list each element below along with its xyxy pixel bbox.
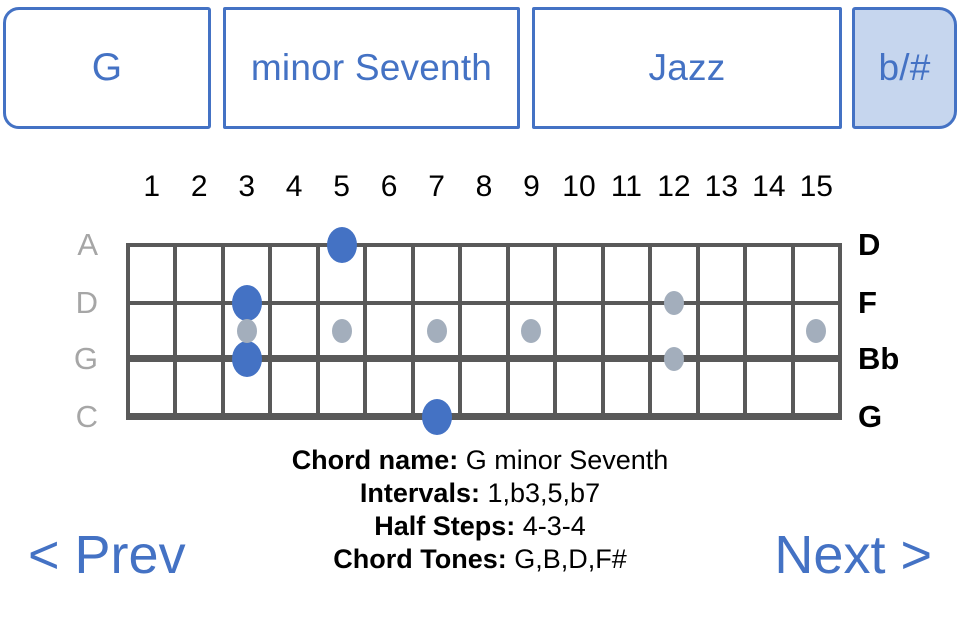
chord-tones-value: G,B,D,F# [514,544,627,574]
fret-number-15: 15 [799,170,833,203]
inlay-dot-5 [663,346,684,371]
chord-dot-1[interactable] [231,285,262,321]
fretboard-area: A D G C D F Bb G [0,225,960,437]
intervals-label: Intervals: [359,478,480,508]
string-line-0 [126,243,842,247]
fretted-note-label-0: D [858,227,881,262]
intervals-value: 1,b3,5,b7 [487,478,601,508]
chord-name-value: G minor Seventh [465,445,669,475]
open-string-label-2: G [73,340,98,376]
fret-number-5: 5 [333,170,350,203]
fret-wire-15 [838,243,842,417]
fret-number-3: 3 [238,170,256,203]
inlay-dot-2 [426,318,447,343]
fret-wire-5 [363,243,368,417]
chord-name-label: Chord name: [291,445,459,475]
accidental-toggle-button[interactable]: b/# [852,7,957,129]
fret-number-12: 12 [657,170,691,203]
string-line-3 [126,413,842,420]
fretted-note-label-1: F [858,285,877,320]
intervals-row: Intervals: 1,b3,5,b7 [180,477,780,510]
fret-wire-1 [173,243,178,417]
prev-chord-button[interactable]: < Prev [28,525,186,585]
half-steps-row: Half Steps: 4-3-4 [180,510,780,543]
fret-number-1: 1 [143,170,161,203]
fretted-note-label-2: Bb [858,340,900,376]
fret-wire-13 [743,243,748,417]
fret-number-4: 4 [285,170,303,203]
fret-wire-4 [315,243,320,417]
chord-quality-button[interactable]: minor Seventh [223,7,520,129]
inlay-dot-4 [663,291,684,315]
fret-wire-9 [553,243,558,417]
chord-tones-row: Chord Tones: G,B,D,F# [180,543,780,576]
root-note-button[interactable]: G [3,7,211,129]
fret-number-11: 11 [610,170,642,203]
inlay-dot-0 [236,318,257,343]
fret-wire-2 [220,243,225,417]
chord-info-block: Chord name: G minor Seventh Intervals: 1… [180,444,780,576]
inlay-dot-6 [806,318,827,343]
fret-number-13: 13 [704,170,739,203]
fret-wire-6 [410,243,415,417]
fret-number-2: 2 [190,170,208,203]
fret-number-14: 14 [752,170,786,203]
chord-name-row: Chord name: G minor Seventh [180,444,780,477]
fret-number-8: 8 [475,170,493,203]
fret-number-6: 6 [380,170,398,203]
fretted-note-label-3: G [858,398,883,434]
fret-wire-10 [600,243,605,417]
inlay-dot-3 [521,318,542,343]
fret-wire-7 [458,243,463,417]
fret-number-10: 10 [562,170,596,203]
fret-number-row: 1 2 3 4 5 6 7 8 9 10 11 12 13 14 15 [128,170,840,204]
chord-dot-2[interactable] [231,340,262,377]
fret-wire-8 [505,243,510,417]
chord-tones-label: Chord Tones: [333,544,507,574]
fret-wire-14 [790,243,795,417]
inlay-dot-1 [331,318,352,343]
fret-number-9: 9 [523,170,540,203]
chord-dot-3[interactable] [421,398,452,435]
next-chord-button[interactable]: Next > [774,525,932,585]
fret-number-7: 7 [428,170,445,203]
half-steps-value: 4-3-4 [522,511,586,541]
half-steps-label: Half Steps: [374,511,516,541]
chord-dot-0[interactable] [326,227,357,263]
chord-style-button[interactable]: Jazz [532,7,842,129]
chord-selector-bar: G minor Seventh Jazz b/# [0,7,960,129]
fretboard-grid[interactable] [126,227,842,435]
open-string-label-3: C [75,398,98,434]
open-string-label-1: D [75,285,98,320]
fret-wire-12 [695,243,700,417]
fret-wire-3 [268,243,273,417]
nut [126,243,130,417]
fret-wire-11 [648,243,653,417]
open-string-label-0: A [77,227,98,262]
